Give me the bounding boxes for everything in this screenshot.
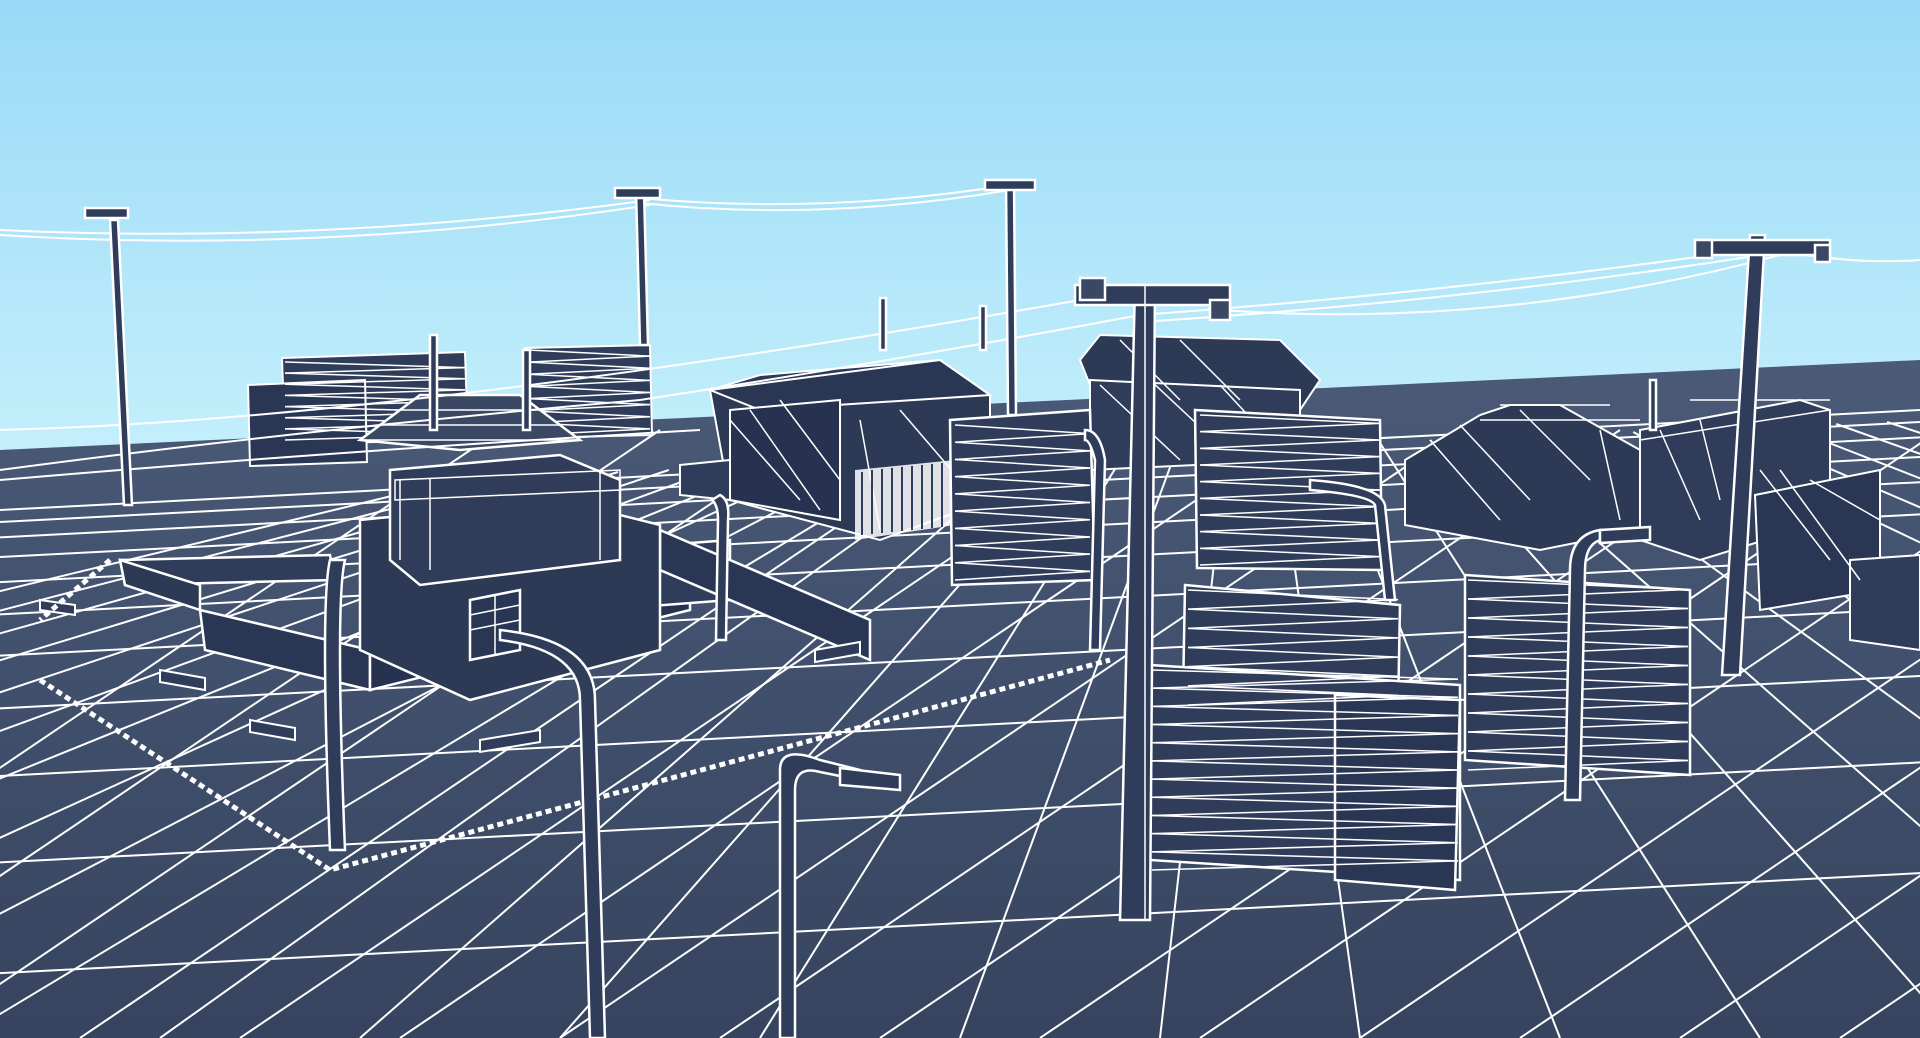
game-viewport[interactable] [0,0,1920,1038]
scene-canvas[interactable] [0,0,1920,1038]
